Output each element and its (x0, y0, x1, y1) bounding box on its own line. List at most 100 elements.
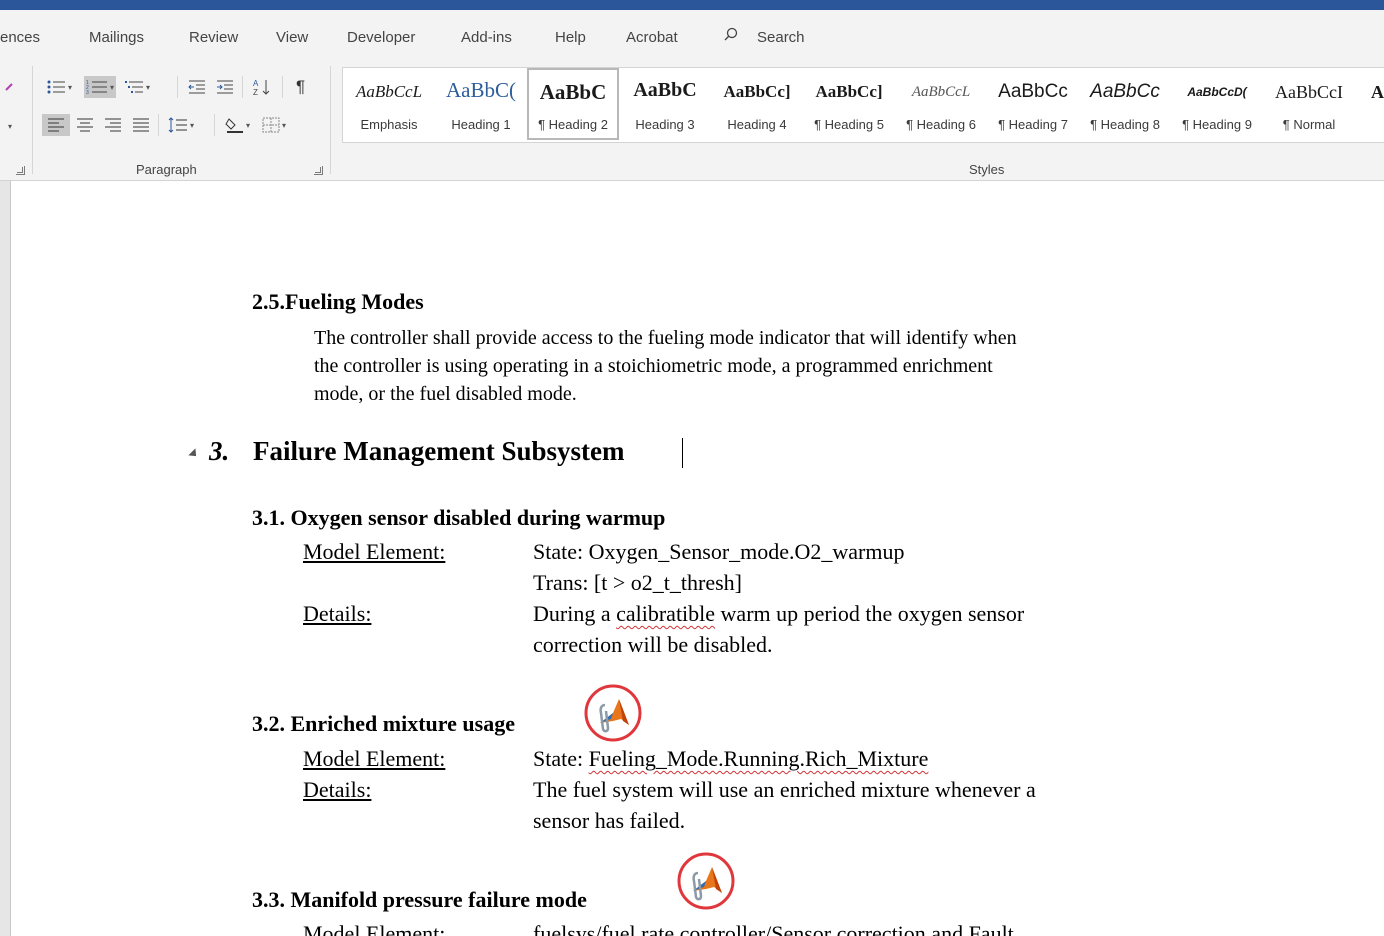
style-next-partial[interactable]: A (1355, 68, 1384, 140)
matlab-link-icon[interactable] (676, 851, 736, 911)
align-left-button[interactable] (42, 114, 70, 136)
sort-icon: A Z (253, 79, 270, 96)
model-element-value: Trans: [t > o2_t_thresh] (533, 570, 742, 595)
style-heading-3[interactable]: AaBbC Heading 3 (619, 68, 711, 140)
button-divider (158, 114, 159, 136)
style-heading-8[interactable]: AaBbCc ¶ Heading 8 (1079, 68, 1171, 140)
model-element-value: fuelsys/fuel rate controller/Sensor corr… (533, 921, 1014, 936)
tab-review[interactable]: Review (189, 29, 238, 46)
numbering-button[interactable]: 1 2 3 ▾ (84, 76, 117, 98)
details-value: sensor has failed. (533, 808, 686, 833)
style-preview: AaBbCcL (355, 82, 423, 101)
group-divider (32, 66, 33, 174)
bullets-icon (47, 80, 65, 94)
misspelled-word[interactable]: calibratible (616, 601, 715, 626)
heading-number: 2.5. (252, 289, 285, 314)
style-name: ¶ Heading 2 (538, 117, 608, 132)
tab-developer[interactable]: Developer (347, 29, 415, 46)
line-spacing-icon (168, 117, 187, 133)
heading-title: Enriched mixture usage (290, 711, 515, 736)
model-element-value: State: Oxygen_Sensor_mode.O2_warmup (533, 539, 905, 564)
align-center-button[interactable] (76, 114, 94, 136)
model-element-value: State: Fueling_Mode.Running.Rich_Mixture (533, 746, 928, 772)
document-area: 2.5.Fueling Modes The controller shall p… (0, 181, 1384, 936)
style-heading-1[interactable]: AaBbC( Heading 1 (435, 68, 527, 140)
style-heading-5[interactable]: AaBbCc] ¶ Heading 5 (803, 68, 895, 140)
line-spacing-button[interactable]: ▾ (168, 114, 194, 136)
tab-references[interactable]: ences (0, 29, 40, 46)
styles-gallery: AaBbCcL Emphasis AaBbC( Heading 1 AaBbC … (342, 67, 1384, 143)
styles-group-label: Styles (969, 162, 1005, 177)
style-normal[interactable]: AaBbCcI ¶ Normal (1263, 68, 1355, 140)
bullets-button[interactable]: ▾ (46, 76, 72, 98)
heading-3-3: 3.3. Manifold pressure failure mode (252, 887, 587, 913)
shading-button[interactable]: ▾ (224, 114, 250, 136)
search-box[interactable]: Search (757, 29, 805, 46)
style-heading-4[interactable]: AaBbCc] Heading 4 (711, 68, 803, 140)
align-right-button[interactable] (104, 114, 122, 136)
style-name: Heading 1 (451, 117, 511, 132)
style-name: ¶ Heading 8 (1090, 117, 1160, 132)
details-label: Details: (303, 777, 372, 802)
borders-button[interactable]: ▾ (262, 114, 286, 136)
style-name: Heading 4 (727, 117, 787, 132)
collapse-heading-icon[interactable] (188, 448, 200, 460)
style-name: Heading 3 (635, 117, 695, 132)
justify-button[interactable] (132, 114, 150, 136)
misspelled-word[interactable]: Fueling_Mode.Running.Rich_Mixture (589, 746, 929, 771)
tab-view[interactable]: View (276, 29, 308, 46)
pilcrow-icon: ¶ (296, 77, 306, 96)
multilevel-list-button[interactable]: ▾ (124, 76, 150, 98)
model-element-label: Model Element: (303, 746, 446, 771)
decrease-indent-button[interactable] (188, 76, 206, 98)
button-divider (282, 76, 283, 98)
style-preview: AaBbCc] (815, 82, 883, 101)
heading-number: 3. (209, 436, 230, 466)
decrease-indent-icon (188, 80, 205, 94)
font-dialog-launcher[interactable] (16, 166, 25, 175)
tab-add-ins[interactable]: Add-ins (461, 29, 512, 46)
font-dropdown-arrow[interactable]: ▾ (8, 122, 12, 131)
tab-help[interactable]: Help (555, 29, 586, 46)
increase-indent-button[interactable] (216, 76, 234, 98)
search-icon[interactable] (724, 27, 738, 41)
tab-mailings[interactable]: Mailings (89, 29, 144, 46)
style-preview: AaBbCc (998, 81, 1068, 102)
style-preview: AaBbC (539, 80, 607, 104)
tab-acrobat[interactable]: Acrobat (626, 29, 678, 46)
svg-text:A: A (253, 79, 259, 88)
title-bar-strip (0, 0, 1384, 10)
style-preview: AaBbCcD( (1187, 85, 1247, 99)
style-preview: AaBbC( (446, 78, 516, 102)
details-value: correction will be disabled. (533, 632, 773, 657)
style-preview: AaBbCcI (1275, 82, 1343, 102)
button-divider (214, 114, 215, 136)
sort-button[interactable]: A Z (252, 76, 272, 98)
justify-icon (133, 118, 149, 132)
paragraph-group-label: Paragraph (136, 162, 197, 177)
style-heading-2[interactable]: AaBbC ¶ Heading 2 (527, 68, 619, 140)
style-heading-7[interactable]: AaBbCc ¶ Heading 7 (987, 68, 1079, 140)
shading-bucket-icon (225, 118, 243, 133)
style-preview: AaBbCc (1090, 81, 1160, 102)
format-painter-icon[interactable] (4, 82, 14, 92)
align-right-icon (105, 118, 121, 132)
paragraph-line: The controller shall provide access to t… (314, 327, 1017, 349)
paragraph-line: mode, or the fuel disabled mode. (314, 383, 577, 405)
heading-3-1: 3.1. Oxygen sensor disabled during warmu… (252, 505, 665, 531)
show-formatting-marks-button[interactable]: ¶ (296, 76, 305, 98)
style-name: ¶ Heading 7 (998, 117, 1068, 132)
heading-title: Fueling Modes (285, 289, 424, 314)
matlab-link-icon[interactable] (583, 683, 643, 743)
style-heading-6[interactable]: AaBbCcL ¶ Heading 6 (895, 68, 987, 140)
svg-text:3: 3 (86, 90, 89, 95)
model-text: State: (533, 746, 589, 771)
style-emphasis[interactable]: AaBbCcL Emphasis (343, 68, 435, 140)
style-heading-9[interactable]: AaBbCcD( ¶ Heading 9 (1171, 68, 1263, 140)
paragraph-dialog-launcher[interactable] (314, 166, 323, 175)
document-page[interactable]: 2.5.Fueling Modes The controller shall p… (10, 181, 1384, 936)
details-label: Details: (303, 601, 372, 626)
numbering-icon: 1 2 3 (86, 80, 107, 95)
paragraph-line: the controller is using operating in a s… (314, 355, 993, 377)
style-name: ¶ Heading 9 (1182, 117, 1252, 132)
